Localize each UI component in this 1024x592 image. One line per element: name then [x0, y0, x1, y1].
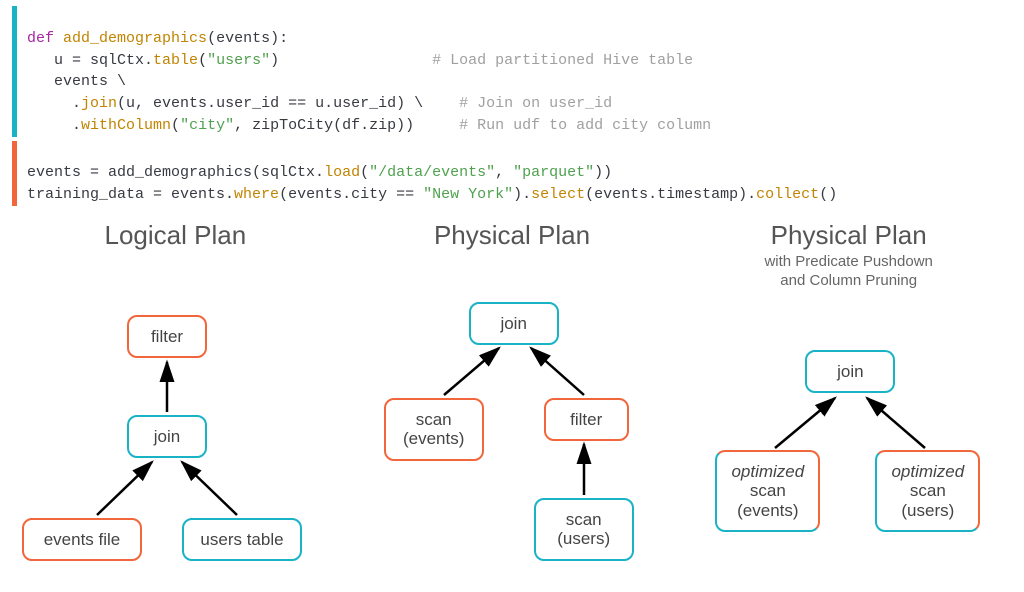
- logical-plan: Logical Plan filter join events file use…: [12, 220, 339, 580]
- physical-plan-title: Physical Plan: [349, 220, 676, 251]
- physical-plan: Physical Plan join scan (events) filter …: [349, 220, 676, 580]
- sub-line: with Predicate Pushdown and Column Pruni…: [764, 253, 932, 289]
- node-scan-users: scan (users): [534, 498, 634, 561]
- line4-args: (u, events.user_id == u.user_id) \: [117, 95, 423, 112]
- scan-ev-l2: (events): [737, 501, 798, 520]
- line2-call: table: [153, 52, 198, 69]
- node-opt-scan-users: optimized scan (users): [875, 450, 980, 533]
- node-events-file: events file: [22, 518, 142, 562]
- line5-str: "city": [180, 117, 234, 134]
- line4-call: join: [81, 95, 117, 112]
- line4-comment: # Join on user_id: [459, 95, 612, 112]
- node-join: join: [805, 350, 895, 394]
- func-name: add_demographics: [63, 30, 207, 47]
- node-users-table: users table: [182, 518, 302, 562]
- line5-rest: , zipToCity(df.zip)): [234, 117, 414, 134]
- node-join: join: [469, 302, 559, 346]
- line2-lhs: u = sqlCtx.: [54, 52, 153, 69]
- func-params: (events):: [207, 30, 288, 47]
- code-block-usage: events = add_demographics(sqlCtx.load("/…: [12, 141, 1012, 206]
- plans-row: Logical Plan filter join events file use…: [12, 220, 1012, 580]
- scan-us-l2: (users): [901, 501, 954, 520]
- node-filter: filter: [127, 315, 207, 359]
- line2-comment: # Load partitioned Hive table: [432, 52, 693, 69]
- scan-events-l1: scan: [416, 410, 452, 429]
- scan-users-l2: (users): [557, 529, 610, 548]
- node-scan-events: scan (events): [384, 398, 484, 461]
- scan-ev-l1: scan: [750, 481, 786, 500]
- line3: events \: [54, 73, 126, 90]
- line2-arg: "users": [207, 52, 270, 69]
- scan-us-l1: scan: [910, 481, 946, 500]
- code-block-function: def add_demographics(events): u = sqlCtx…: [12, 6, 1012, 137]
- line5-comment: # Run udf to add city column: [459, 117, 711, 134]
- keyword-def: def: [27, 30, 54, 47]
- logical-plan-title: Logical Plan: [12, 220, 339, 251]
- opt-label-us: optimized: [891, 462, 964, 481]
- node-filter: filter: [544, 398, 629, 442]
- node-join: join: [127, 415, 207, 459]
- optimized-plan-title: Physical Plan: [685, 220, 1012, 251]
- optimized-plan: Physical Plan with Predicate Pushdown an…: [685, 220, 1012, 580]
- optimized-plan-subtitle: with Predicate Pushdown and Column Pruni…: [685, 253, 1012, 291]
- opt-label-ev: optimized: [731, 462, 804, 481]
- scan-users-l1: scan: [566, 510, 602, 529]
- scan-events-l2: (events): [403, 429, 464, 448]
- node-opt-scan-events: optimized scan (events): [715, 450, 820, 533]
- line5-call: withColumn: [81, 117, 171, 134]
